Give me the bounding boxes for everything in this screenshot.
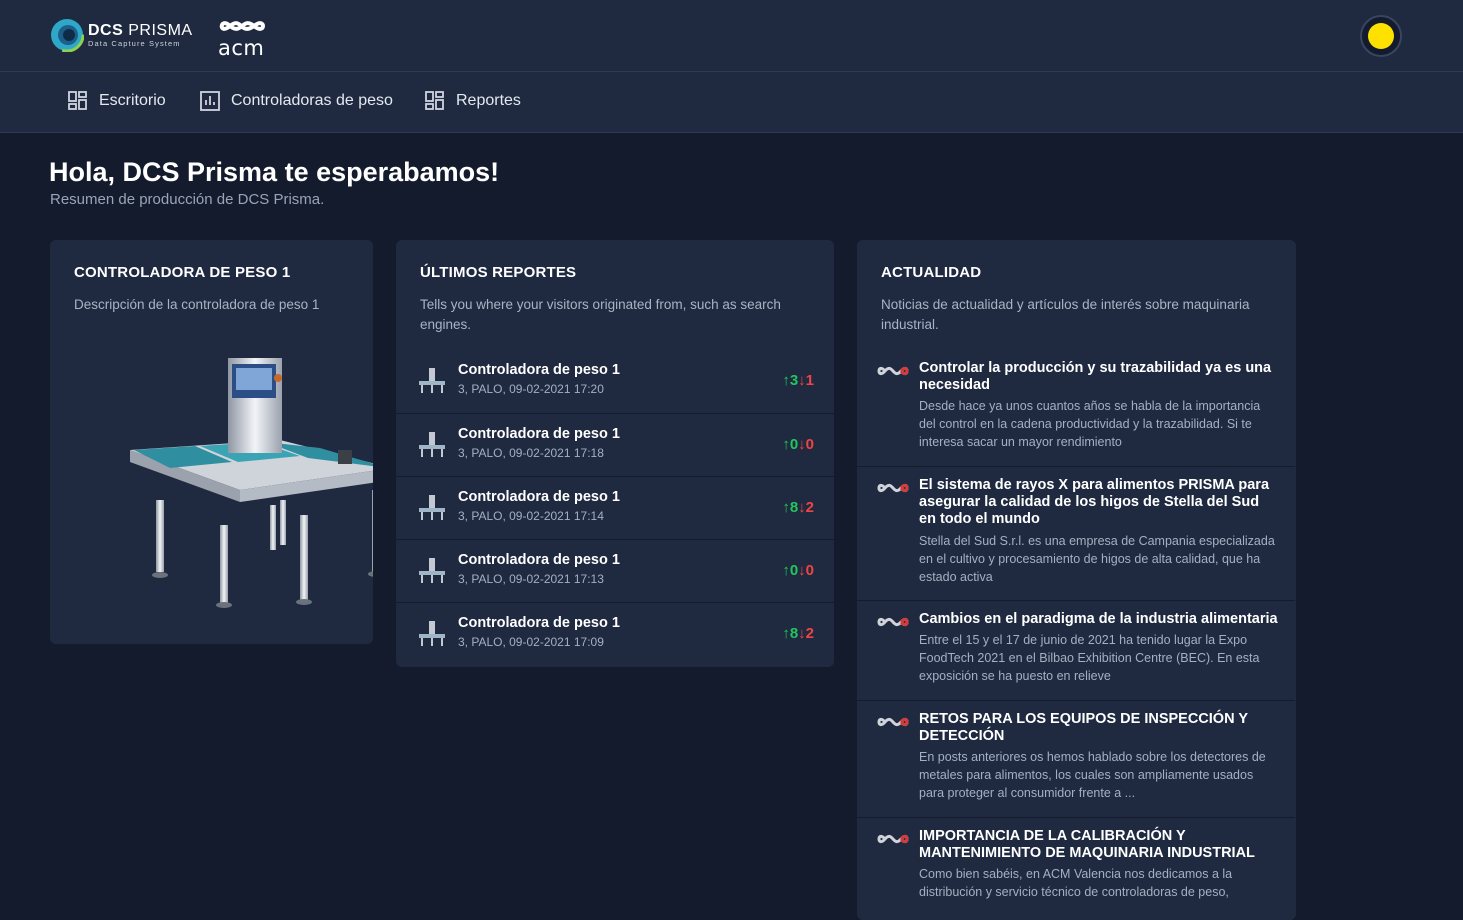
report-down-count: 0: [805, 562, 814, 579]
avatar-dot: [1368, 23, 1394, 49]
news-excerpt: Como bien sabéis, en ACM Valencia nos de…: [919, 867, 1233, 899]
card-title: ACTUALIDAD: [881, 264, 982, 281]
news-item[interactable]: IMPORTANCIA DE LA CALIBRACIÓN Y MANTENIM…: [857, 817, 1295, 920]
checkweigher-icon: [419, 368, 445, 393]
report-row[interactable]: Controladora de peso 1 3, PALO, 09-02-20…: [396, 602, 834, 665]
report-down-count: 0: [805, 436, 814, 453]
report-title: Controladora de peso 1: [458, 426, 620, 442]
checkweigher-icon: [419, 558, 445, 583]
acm-logo-icon: [219, 21, 265, 31]
arrow-up-icon: ↑: [782, 436, 790, 453]
report-up-count: 8: [789, 625, 799, 642]
news-excerpt: Desde hace ya unos cuantos años se habla…: [919, 399, 1261, 449]
reports-card: ÚLTIMOS REPORTES Tells you where your vi…: [396, 240, 834, 667]
report-row[interactable]: Controladora de peso 1 3, PALO, 09-02-20…: [396, 539, 834, 602]
report-subtitle: 3, PALO, 09-02-2021 17:13: [458, 572, 604, 586]
checkweigher-icon: [419, 495, 445, 520]
news-item[interactable]: Controlar la producción y su trazabilida…: [857, 350, 1295, 466]
main-nav: Escritorio Controladoras de peso Reporte…: [0, 72, 1463, 133]
card-description: Tells you where your visitors originated…: [420, 297, 781, 332]
nav-label: Escritorio: [99, 92, 166, 109]
arrow-up-icon: ↑: [782, 372, 790, 389]
report-row[interactable]: Controladora de peso 1 3, PALO, 09-02-20…: [396, 413, 834, 476]
news-item[interactable]: El sistema de rayos X para alimentos PRI…: [857, 466, 1295, 600]
card-description: Noticias de actualidad y artículos de in…: [881, 297, 1250, 332]
acm-logo-icon: [877, 366, 909, 376]
report-up-count: 3: [789, 372, 799, 389]
report-down-count: 2: [805, 499, 814, 516]
report-row[interactable]: Controladora de peso 1 3, PALO, 09-02-20…: [396, 476, 834, 539]
report-title: Controladora de peso 1: [458, 362, 620, 378]
report-stats: ↑0↓0: [782, 562, 814, 579]
checkweigher-icon: [419, 621, 445, 646]
acm-logo-icon: [877, 834, 909, 844]
report-stats: ↑0↓0: [782, 436, 814, 453]
arrow-down-icon: ↓: [798, 625, 806, 642]
checkweigher-icon: [419, 432, 445, 457]
report-title: Controladora de peso 1: [458, 552, 620, 568]
checkweigher-machine-image: [130, 358, 373, 608]
arrow-down-icon: ↓: [798, 562, 806, 579]
report-stats: ↑8↓2: [782, 499, 814, 516]
dashboard-icon: [68, 91, 87, 110]
card-title: ÚLTIMOS REPORTES: [420, 264, 577, 281]
report-subtitle: 3, PALO, 09-02-2021 17:09: [458, 635, 604, 649]
prisma-logo-icon: [50, 18, 84, 52]
card-description: Descripción de la controladora de peso 1: [74, 297, 320, 312]
nav-label: Reportes: [456, 92, 521, 109]
arrow-up-icon: ↑: [782, 625, 790, 642]
arrow-down-icon: ↓: [798, 372, 806, 389]
news-title: RETOS PARA LOS EQUIPOS DE INSPECCIÓN Y D…: [919, 711, 1248, 744]
news-item[interactable]: Cambios en el paradigma de la industria …: [857, 600, 1295, 700]
dashboard-icon: [425, 91, 444, 110]
report-up-count: 8: [789, 499, 799, 516]
card-title: CONTROLADORA DE PESO 1: [74, 264, 291, 281]
nav-item-reportes[interactable]: Reportes: [424, 90, 521, 112]
report-row[interactable]: Controladora de peso 1 3, PALO, 09-02-20…: [396, 350, 834, 413]
arrow-up-icon: ↑: [782, 562, 790, 579]
arrow-up-icon: ↑: [782, 499, 790, 516]
acm-logo: acm: [216, 14, 268, 60]
nav-item-escritorio[interactable]: Escritorio: [67, 90, 166, 112]
report-title: Controladora de peso 1: [458, 615, 620, 631]
controller-card[interactable]: CONTROLADORA DE PESO 1 Descripción de la…: [50, 240, 373, 644]
dcs-prisma-logo[interactable]: DCS PRISMA Data Capture System: [50, 18, 193, 52]
report-up-count: 0: [789, 436, 799, 453]
news-card: ACTUALIDAD Noticias de actualidad y artí…: [857, 240, 1296, 920]
logo-subtitle: Data Capture System: [88, 38, 181, 48]
acm-logo-icon: [877, 717, 909, 727]
nav-item-controladoras[interactable]: Controladoras de peso: [199, 90, 393, 112]
arrow-down-icon: ↓: [798, 499, 806, 516]
user-avatar[interactable]: [1360, 15, 1402, 57]
report-subtitle: 3, PALO, 09-02-2021 17:18: [458, 446, 604, 460]
page-title: Hola, DCS Prisma te esperabamos!: [49, 157, 500, 187]
news-item[interactable]: RETOS PARA LOS EQUIPOS DE INSPECCIÓN Y D…: [857, 700, 1295, 817]
news-excerpt: Entre el 15 y el 17 de junio de 2021 ha …: [919, 633, 1260, 683]
news-title: Cambios en el paradigma de la industria …: [919, 611, 1278, 627]
chart-icon: [200, 91, 220, 111]
page-subtitle: Resumen de producción de DCS Prisma.: [50, 191, 325, 208]
top-bar: DCS PRISMA Data Capture System acm: [0, 0, 1463, 72]
report-subtitle: 3, PALO, 09-02-2021 17:14: [458, 509, 604, 523]
report-up-count: 0: [789, 562, 799, 579]
report-down-count: 2: [805, 625, 814, 642]
acm-logo-text: acm: [218, 36, 265, 60]
nav-label: Controladoras de peso: [231, 92, 393, 109]
news-title: Controlar la producción y su trazabilida…: [919, 360, 1272, 393]
news-title: El sistema de rayos X para alimentos PRI…: [919, 477, 1270, 527]
report-stats: ↑8↓2: [782, 625, 814, 642]
news-title: IMPORTANCIA DE LA CALIBRACIÓN Y MANTENIM…: [919, 828, 1255, 861]
arrow-down-icon: ↓: [798, 436, 806, 453]
acm-logo-icon: [877, 483, 909, 493]
acm-logo-icon: [877, 617, 909, 627]
news-excerpt: En posts anteriores os hemos hablado sob…: [919, 750, 1266, 800]
logo-brand: DCS PRISMA: [88, 21, 193, 39]
report-down-count: 1: [805, 372, 814, 389]
report-stats: ↑3↓1: [782, 372, 814, 389]
report-subtitle: 3, PALO, 09-02-2021 17:20: [458, 382, 604, 396]
report-title: Controladora de peso 1: [458, 489, 620, 505]
news-excerpt: Stella del Sud S.r.l. es una empresa de …: [919, 534, 1275, 584]
